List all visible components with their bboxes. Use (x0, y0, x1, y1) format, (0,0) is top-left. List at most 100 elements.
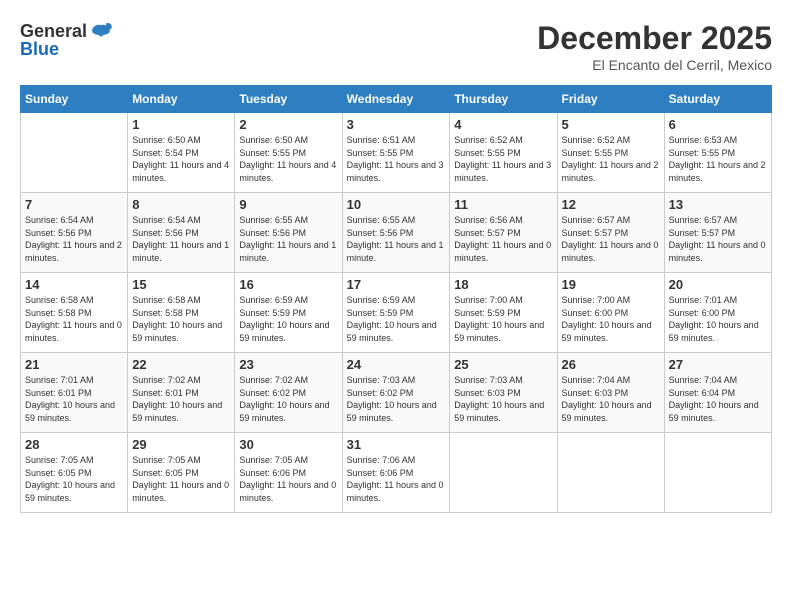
day-number: 30 (239, 437, 337, 452)
calendar-cell: 31 Sunrise: 7:06 AM Sunset: 6:06 PM Dayli… (342, 433, 450, 513)
day-number: 9 (239, 197, 337, 212)
day-number: 6 (669, 117, 767, 132)
day-number: 31 (347, 437, 446, 452)
day-info: Sunrise: 6:53 AM Sunset: 5:55 PM Dayligh… (669, 134, 767, 184)
weekday-header-tuesday: Tuesday (235, 86, 342, 113)
day-info: Sunrise: 6:55 AM Sunset: 5:56 PM Dayligh… (347, 214, 446, 264)
calendar-cell: 10 Sunrise: 6:55 AM Sunset: 5:56 PM Dayli… (342, 193, 450, 273)
day-number: 8 (132, 197, 230, 212)
day-info: Sunrise: 6:52 AM Sunset: 5:55 PM Dayligh… (454, 134, 552, 184)
day-number: 21 (25, 357, 123, 372)
calendar-cell: 27 Sunrise: 7:04 AM Sunset: 6:04 PM Dayli… (664, 353, 771, 433)
day-info: Sunrise: 6:54 AM Sunset: 5:56 PM Dayligh… (25, 214, 123, 264)
calendar-cell: 19 Sunrise: 7:00 AM Sunset: 6:00 PM Dayli… (557, 273, 664, 353)
calendar-week-row: 7 Sunrise: 6:54 AM Sunset: 5:56 PM Daylig… (21, 193, 772, 273)
day-number: 24 (347, 357, 446, 372)
calendar-cell: 8 Sunrise: 6:54 AM Sunset: 5:56 PM Daylig… (128, 193, 235, 273)
calendar-cell: 26 Sunrise: 7:04 AM Sunset: 6:03 PM Dayli… (557, 353, 664, 433)
calendar-cell: 16 Sunrise: 6:59 AM Sunset: 5:59 PM Dayli… (235, 273, 342, 353)
day-number: 14 (25, 277, 123, 292)
day-number: 7 (25, 197, 123, 212)
day-info: Sunrise: 7:01 AM Sunset: 6:00 PM Dayligh… (669, 294, 767, 344)
day-info: Sunrise: 7:02 AM Sunset: 6:02 PM Dayligh… (239, 374, 337, 424)
day-info: Sunrise: 6:57 AM Sunset: 5:57 PM Dayligh… (669, 214, 767, 264)
calendar-cell: 9 Sunrise: 6:55 AM Sunset: 5:56 PM Daylig… (235, 193, 342, 273)
day-info: Sunrise: 6:58 AM Sunset: 5:58 PM Dayligh… (132, 294, 230, 344)
calendar-cell: 22Sunrise: 7:02 AM Sunset: 6:01 PM Dayli… (128, 353, 235, 433)
day-info: Sunrise: 6:59 AM Sunset: 5:59 PM Dayligh… (347, 294, 446, 344)
day-number: 29 (132, 437, 230, 452)
calendar-table: SundayMondayTuesdayWednesdayThursdayFrid… (20, 85, 772, 513)
weekday-header-wednesday: Wednesday (342, 86, 450, 113)
calendar-cell: 20 Sunrise: 7:01 AM Sunset: 6:00 PM Dayli… (664, 273, 771, 353)
day-number: 27 (669, 357, 767, 372)
day-number: 26 (562, 357, 660, 372)
day-number: 20 (669, 277, 767, 292)
calendar-cell: 15 Sunrise: 6:58 AM Sunset: 5:58 PM Dayli… (128, 273, 235, 353)
calendar-week-row: 21 Sunrise: 7:01 AM Sunset: 6:01 PM Dayli… (21, 353, 772, 433)
weekday-header-sunday: Sunday (21, 86, 128, 113)
day-number: 4 (454, 117, 552, 132)
day-info: Sunrise: 7:05 AM Sunset: 6:06 PM Dayligh… (239, 454, 337, 504)
calendar-cell: 23Sunrise: 7:02 AM Sunset: 6:02 PM Dayli… (235, 353, 342, 433)
day-number: 25 (454, 357, 552, 372)
day-info: Sunrise: 7:05 AM Sunset: 6:05 PM Dayligh… (132, 454, 230, 504)
header: General Blue December 2025 El Encanto de… (20, 20, 772, 73)
calendar-cell: 3 Sunrise: 6:51 AM Sunset: 5:55 PM Daylig… (342, 113, 450, 193)
weekday-header-thursday: Thursday (450, 86, 557, 113)
calendar-cell: 7 Sunrise: 6:54 AM Sunset: 5:56 PM Daylig… (21, 193, 128, 273)
calendar-cell: 4 Sunrise: 6:52 AM Sunset: 5:55 PM Daylig… (450, 113, 557, 193)
day-info: Sunrise: 6:51 AM Sunset: 5:55 PM Dayligh… (347, 134, 446, 184)
day-number: 11 (454, 197, 552, 212)
day-number: 19 (562, 277, 660, 292)
weekday-header-monday: Monday (128, 86, 235, 113)
calendar-week-row: 1 Sunrise: 6:50 AM Sunset: 5:54 PM Daylig… (21, 113, 772, 193)
day-number: 10 (347, 197, 446, 212)
day-number: 2 (239, 117, 337, 132)
day-number: 3 (347, 117, 446, 132)
day-info: Sunrise: 7:01 AM Sunset: 6:01 PM Dayligh… (25, 374, 123, 424)
day-info: Sunrise: 6:50 AM Sunset: 5:54 PM Dayligh… (132, 134, 230, 184)
calendar-cell: 18 Sunrise: 7:00 AM Sunset: 5:59 PM Dayli… (450, 273, 557, 353)
day-info: Sunrise: 6:57 AM Sunset: 5:57 PM Dayligh… (562, 214, 660, 264)
day-number: 12 (562, 197, 660, 212)
calendar-cell: 6 Sunrise: 6:53 AM Sunset: 5:55 PM Daylig… (664, 113, 771, 193)
day-info: Sunrise: 6:55 AM Sunset: 5:56 PM Dayligh… (239, 214, 337, 264)
calendar-cell: 25Sunrise: 7:03 AM Sunset: 6:03 PM Dayli… (450, 353, 557, 433)
calendar-cell (450, 433, 557, 513)
weekday-header-saturday: Saturday (664, 86, 771, 113)
day-info: Sunrise: 7:00 AM Sunset: 6:00 PM Dayligh… (562, 294, 660, 344)
logo: General Blue (20, 20, 113, 60)
day-info: Sunrise: 7:06 AM Sunset: 6:06 PM Dayligh… (347, 454, 446, 504)
day-info: Sunrise: 6:59 AM Sunset: 5:59 PM Dayligh… (239, 294, 337, 344)
calendar-cell: 5Sunrise: 6:52 AM Sunset: 5:55 PM Daylig… (557, 113, 664, 193)
calendar-cell: 1 Sunrise: 6:50 AM Sunset: 5:54 PM Daylig… (128, 113, 235, 193)
title-area: December 2025 El Encanto del Cerril, Mex… (537, 20, 772, 73)
month-title: December 2025 (537, 20, 772, 57)
day-info: Sunrise: 7:00 AM Sunset: 5:59 PM Dayligh… (454, 294, 552, 344)
calendar-week-row: 28 Sunrise: 7:05 AM Sunset: 6:05 PM Dayli… (21, 433, 772, 513)
day-info: Sunrise: 7:04 AM Sunset: 6:03 PM Dayligh… (562, 374, 660, 424)
calendar-cell (664, 433, 771, 513)
logo-blue: Blue (20, 40, 113, 60)
day-info: Sunrise: 6:54 AM Sunset: 5:56 PM Dayligh… (132, 214, 230, 264)
calendar-cell: 12 Sunrise: 6:57 AM Sunset: 5:57 PM Dayli… (557, 193, 664, 273)
weekday-header-row: SundayMondayTuesdayWednesdayThursdayFrid… (21, 86, 772, 113)
day-info: Sunrise: 7:03 AM Sunset: 6:02 PM Dayligh… (347, 374, 446, 424)
day-number: 15 (132, 277, 230, 292)
day-info: Sunrise: 6:52 AM Sunset: 5:55 PM Dayligh… (562, 134, 660, 184)
day-number: 16 (239, 277, 337, 292)
calendar-cell (21, 113, 128, 193)
calendar-cell: 30 Sunrise: 7:05 AM Sunset: 6:06 PM Dayli… (235, 433, 342, 513)
weekday-header-friday: Friday (557, 86, 664, 113)
day-number: 18 (454, 277, 552, 292)
day-number: 22 (132, 357, 230, 372)
day-number: 28 (25, 437, 123, 452)
day-number: 1 (132, 117, 230, 132)
calendar-cell: 28 Sunrise: 7:05 AM Sunset: 6:05 PM Dayli… (21, 433, 128, 513)
day-info: Sunrise: 7:04 AM Sunset: 6:04 PM Dayligh… (669, 374, 767, 424)
calendar-cell: 2Sunrise: 6:50 AM Sunset: 5:55 PM Daylig… (235, 113, 342, 193)
location-title: El Encanto del Cerril, Mexico (537, 57, 772, 73)
day-info: Sunrise: 7:05 AM Sunset: 6:05 PM Dayligh… (25, 454, 123, 504)
calendar-cell: 13Sunrise: 6:57 AM Sunset: 5:57 PM Dayli… (664, 193, 771, 273)
